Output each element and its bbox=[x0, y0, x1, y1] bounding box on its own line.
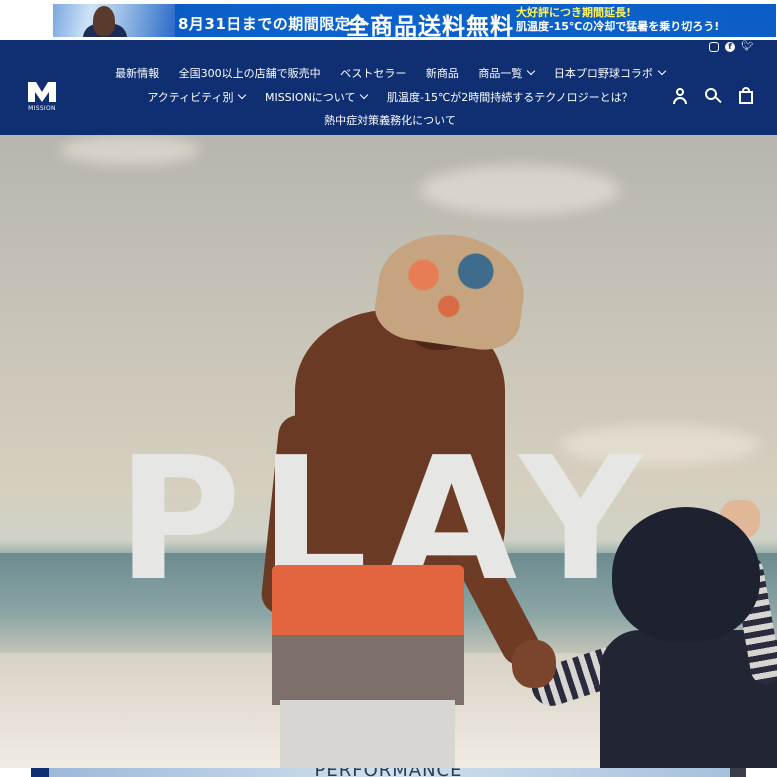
nav-item-new[interactable]: 新商品 bbox=[426, 62, 459, 86]
promo-athlete-photo bbox=[53, 4, 175, 37]
twitter-icon[interactable]: 🐦︎ bbox=[741, 42, 754, 52]
nav-item-label: 商品一覧 bbox=[478, 67, 523, 80]
facebook-icon[interactable]: f bbox=[725, 42, 735, 52]
social-links: f 🐦︎ bbox=[709, 40, 754, 54]
nav-item-label: 新商品 bbox=[425, 67, 459, 80]
search-icon[interactable] bbox=[704, 87, 722, 105]
nav-item-latest[interactable]: 最新情報 bbox=[115, 62, 159, 86]
logo-wordmark: MISSION bbox=[28, 105, 56, 112]
nav-item-about-mission[interactable]: MISSIONについて bbox=[264, 86, 369, 110]
nav-item-label: 日本プロ野球コラボ bbox=[553, 67, 653, 80]
hero-cloud bbox=[420, 165, 620, 215]
next-section-peek: PERFORMANCE bbox=[0, 768, 777, 777]
nav-item-label: 最新情報 bbox=[115, 67, 160, 80]
promo-free-shipping-text: 全商品送料無料 bbox=[346, 14, 514, 37]
hero-man-hand bbox=[512, 640, 556, 688]
nav-item-label: 肌温度-15℃が2時間持続するテクノロジーとは？ bbox=[386, 90, 633, 104]
main-navigation: 最新情報 全国300以上の店舗で販売中 ベストセラー 新商品 商品一覧 日本プロ… bbox=[80, 62, 700, 133]
hero-cloud bbox=[60, 135, 200, 165]
promo-note-line1: 大好評につき期間延長! bbox=[516, 6, 632, 19]
nav-item-heatstroke[interactable]: 熱中症対策義務化について bbox=[324, 109, 456, 133]
nav-item-technology[interactable]: 肌温度-15℃が2時間持続するテクノロジーとは？ bbox=[387, 86, 633, 110]
promo-banner-image[interactable]: 8月31日までの期間限定で 全商品送料無料 大好評につき期間延長! 肌温度-15… bbox=[53, 4, 776, 37]
nav-item-label: 熱中症対策義務化について bbox=[324, 114, 456, 127]
chevron-down-icon bbox=[527, 66, 536, 76]
site-header: f 🐦︎ MISSION 最新情報 全国300以上の店舗で販売中 ベストセラー … bbox=[0, 40, 777, 135]
hero-child-hat bbox=[612, 507, 760, 642]
promo-athlete-head bbox=[93, 6, 115, 36]
nav-row-2: アクティビティ別 MISSIONについて 肌温度-15℃が2時間持続するテクノロ… bbox=[80, 86, 700, 110]
chevron-down-icon bbox=[238, 90, 247, 99]
header-actions bbox=[671, 87, 755, 105]
hero-man-shorts-lower bbox=[272, 635, 464, 705]
nav-item-products[interactable]: 商品一覧 bbox=[478, 62, 536, 86]
nav-row-1: 最新情報 全国300以上の店舗で販売中 ベストセラー 新商品 商品一覧 日本プロ… bbox=[80, 62, 700, 86]
promo-period-text: 8月31日までの期間限定で bbox=[178, 15, 366, 33]
nav-item-label: MISSIONについて bbox=[264, 90, 356, 104]
site-logo[interactable]: MISSION bbox=[26, 78, 58, 114]
nav-item-label: 全国300以上の店舗で販売中 bbox=[178, 67, 321, 80]
next-section-heading: PERFORMANCE bbox=[0, 768, 777, 777]
chevron-down-icon bbox=[360, 90, 369, 99]
nav-item-by-activity[interactable]: アクティビティ別 bbox=[147, 86, 247, 110]
hero-video[interactable]: PLAY bbox=[0, 135, 777, 768]
cart-icon[interactable] bbox=[737, 87, 755, 105]
promo-note-line2: 肌温度-15℃の冷却で猛暑を乗り切ろう! bbox=[516, 20, 720, 33]
hero-man-bucket-hat bbox=[371, 225, 531, 355]
mission-logo-icon bbox=[28, 82, 56, 102]
promo-note: 大好評につき期間延長! 肌温度-15℃の冷却で猛暑を乗り切ろう! bbox=[516, 6, 719, 34]
promo-banner[interactable]: 8月31日までの期間限定で 全商品送料無料 大好評につき期間延長! 肌温度-15… bbox=[0, 0, 777, 40]
nav-item-label: ベストセラー bbox=[340, 67, 407, 80]
user-icon[interactable] bbox=[671, 87, 689, 105]
nav-row-3: 熱中症対策義務化について bbox=[80, 109, 700, 133]
nav-item-baseball-collab[interactable]: 日本プロ野球コラボ bbox=[553, 62, 667, 86]
nav-item-label: アクティビティ別 bbox=[147, 90, 234, 104]
nav-item-stores[interactable]: 全国300以上の店舗で販売中 bbox=[179, 62, 321, 86]
instagram-icon[interactable] bbox=[709, 42, 719, 52]
chevron-down-icon bbox=[657, 66, 667, 76]
hero-man-legs bbox=[280, 700, 455, 768]
nav-item-bestsellers[interactable]: ベストセラー bbox=[340, 62, 406, 86]
